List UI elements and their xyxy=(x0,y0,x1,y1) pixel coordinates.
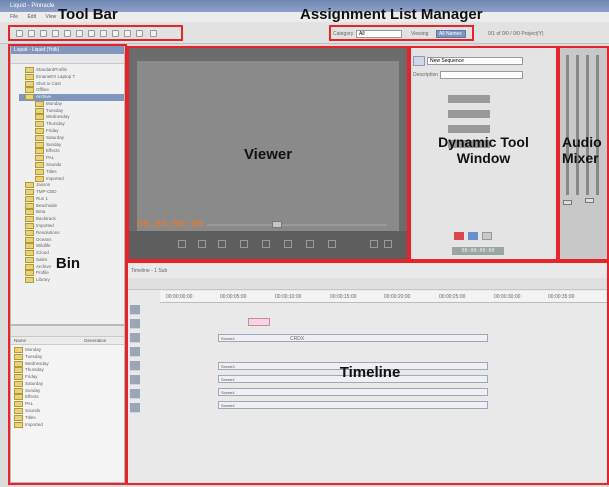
viewer-label: Viewer xyxy=(243,146,293,163)
timeline-label: Timeline xyxy=(339,364,401,381)
assignment-list-manager-label: Assignment List Manager xyxy=(300,6,483,23)
audio-mixer-label: Audio Mixer xyxy=(562,134,602,167)
tool-bar-callout xyxy=(8,25,183,41)
results-text: 0/1 of 0/0 / 0/0 Project(Y) xyxy=(488,31,544,37)
assignment-list-callout xyxy=(329,25,474,41)
tool-bar-label: Tool Bar xyxy=(58,6,118,23)
dynamic-tool-window-label: Dynamic Tool Window xyxy=(438,134,529,167)
menu-file[interactable]: File xyxy=(10,14,18,20)
menu-edit[interactable]: Edit xyxy=(27,14,36,20)
window-title: Liquid - Pinnacle xyxy=(10,3,55,9)
bin-label: Bin xyxy=(55,255,81,272)
menu-view[interactable]: View xyxy=(45,14,56,20)
